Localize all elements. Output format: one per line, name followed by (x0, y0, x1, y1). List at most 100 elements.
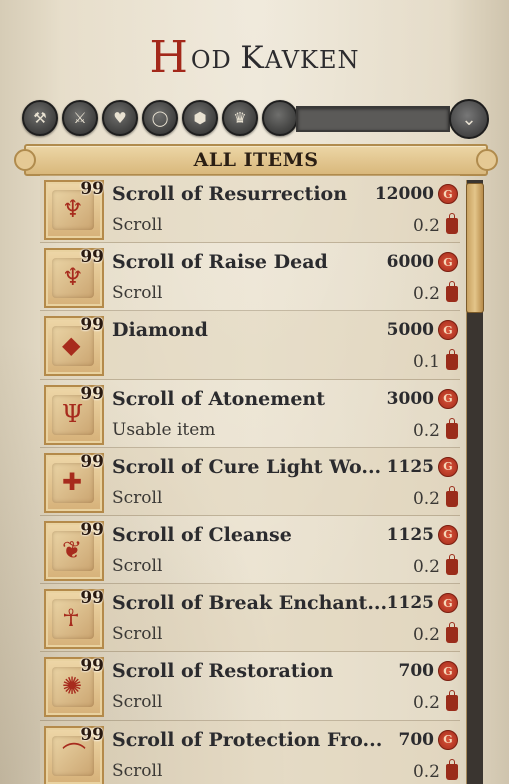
item-weight: 0.2 (413, 758, 458, 782)
list-item[interactable]: Ψ 99 Scroll of Atonement Usable item 3000 G 0.… (40, 380, 460, 448)
item-type: Scroll (112, 624, 163, 645)
item-price: 1125 G (387, 456, 458, 477)
item-name: Diamond (112, 319, 208, 342)
item-quantity: 99 (80, 383, 104, 404)
item-icon: ☥ 99 (44, 588, 104, 650)
item-quantity: 99 (80, 451, 104, 472)
item-type: Scroll (112, 692, 163, 713)
item-figure-icon: Ψ (62, 399, 84, 428)
item-list[interactable]: ♆ 99 Scroll of Resurrection Scroll 12000 G 0.2… (40, 175, 460, 784)
item-icon: ⌒ 99 (44, 724, 104, 784)
list-item[interactable]: ⌒ 99 Scroll of Protection Fro... Scroll 700 G… (40, 720, 460, 784)
item-price: 5000 G (387, 320, 458, 341)
item-icon: ♆ 99 (44, 179, 104, 240)
weight-icon (446, 622, 458, 644)
item-price: 1125 G (387, 524, 458, 545)
coin-icon: G (438, 593, 458, 614)
item-type: Scroll (112, 283, 163, 304)
weight-icon (446, 758, 458, 780)
item-figure-icon: ☥ (62, 604, 80, 633)
item-price: 700 G (399, 661, 458, 682)
crossed-tools-icon[interactable]: ⚒ (22, 100, 58, 136)
item-quantity: 99 (80, 656, 104, 677)
chevron-down-icon[interactable]: ⌄ (449, 99, 489, 139)
item-figure-icon: ✺ (62, 672, 83, 701)
coin-icon: G (438, 388, 458, 409)
item-price: 1125 G (387, 593, 458, 614)
item-figure-icon: ♆ (62, 263, 84, 292)
sort-dropdown[interactable] (296, 106, 450, 132)
item-quantity: 99 (80, 519, 104, 540)
item-quantity: 99 (80, 724, 104, 745)
weight-icon (446, 213, 458, 234)
scrollbar-thumb[interactable] (466, 183, 484, 313)
weight-icon (446, 417, 458, 439)
item-weight: 0.2 (413, 281, 458, 304)
item-name: Scroll of Resurrection (112, 183, 348, 205)
cube-icon[interactable]: ⬢ (182, 100, 218, 136)
item-quantity: 99 (80, 315, 104, 336)
weight-icon (446, 553, 458, 575)
weight-icon (446, 281, 458, 303)
item-quantity: 99 (80, 179, 104, 199)
item-icon: ✺ 99 (44, 656, 104, 718)
weight-icon (446, 485, 458, 507)
item-name: Scroll of Raise Dead (112, 251, 328, 274)
item-weight: 0.2 (413, 622, 458, 645)
list-item[interactable]: ❦ 99 Scroll of Cleanse Scroll 1125 G 0.2 (40, 516, 460, 585)
item-icon: ◆ 99 (44, 315, 104, 377)
item-figure-icon: ♆ (62, 195, 84, 223)
coin-icon: G (438, 184, 458, 204)
item-name: Scroll of Break Enchant... (112, 592, 388, 615)
item-weight: 0.2 (413, 417, 458, 441)
item-weight: 0.2 (413, 690, 458, 713)
ring-icon[interactable]: ◯ (142, 100, 178, 136)
item-icon: Ψ 99 (44, 383, 104, 445)
crossed-swords-icon[interactable]: ⚔ (62, 100, 98, 136)
item-price: 3000 G (387, 388, 458, 409)
item-icon: ♆ 99 (44, 247, 104, 309)
blank-filter-icon[interactable] (262, 100, 298, 136)
list-item[interactable]: ☥ 99 Scroll of Break Enchant... Scroll 1125 G… (40, 584, 460, 653)
list-item[interactable]: ♆ 99 Scroll of Raise Dead Scroll 6000 G 0.2 (40, 243, 460, 312)
item-name: Scroll of Protection Fro... (112, 728, 383, 751)
trophy-icon[interactable]: ♛ (222, 100, 258, 136)
item-price: 12000 G (375, 184, 458, 204)
armor-icon[interactable]: ♥ (102, 100, 138, 136)
vendor-name: HOD KAVKEN (149, 32, 360, 83)
coin-icon: G (438, 729, 458, 750)
category-banner: ALL ITEMS (14, 144, 498, 176)
item-icon: ❦ 99 (44, 519, 104, 581)
item-weight: 0.1 (413, 349, 458, 372)
coin-icon: G (438, 661, 458, 682)
item-name: Scroll of Atonement (112, 387, 326, 410)
item-quantity: 99 (80, 247, 104, 268)
coin-icon: G (438, 456, 458, 477)
item-quantity: 99 (80, 588, 104, 609)
vendor-screen: HOD KAVKEN ⚒ ⚔ ♥ ◯ ⬢ ♛ ⌄ ALL ITEMS ♆ 99 Sc… (0, 0, 509, 784)
coin-icon: G (438, 252, 458, 273)
list-item[interactable]: ◆ 99 Diamond 5000 G 0.1 (40, 311, 460, 380)
item-weight: 0.2 (413, 553, 458, 577)
item-type: Scroll (112, 215, 163, 235)
item-type: Scroll (112, 487, 163, 508)
item-type: Usable item (112, 419, 216, 440)
item-price: 6000 G (387, 252, 458, 273)
list-item[interactable]: ✺ 99 Scroll of Restoration Scroll 700 G 0.2 (40, 652, 460, 721)
list-item[interactable]: ♆ 99 Scroll of Resurrection Scroll 12000 G 0.2 (40, 175, 460, 244)
coin-icon: G (438, 320, 458, 341)
weight-icon (446, 349, 458, 371)
item-price: 700 G (399, 729, 458, 750)
list-item[interactable]: ✚ 99 Scroll of Cure Light Wo... Scroll 1125 G… (40, 447, 460, 516)
item-figure-icon: ◆ (62, 331, 81, 360)
item-type: Scroll (112, 555, 163, 576)
item-figure-icon: ⌒ (62, 740, 86, 769)
item-figure-icon: ✚ (62, 467, 83, 496)
item-weight: 0.2 (413, 213, 458, 236)
title-flourish-letter: H (149, 32, 189, 83)
item-weight: 0.2 (413, 485, 458, 509)
item-icon: ✚ 99 (44, 451, 104, 513)
item-name: Scroll of Restoration (112, 660, 334, 683)
item-figure-icon: ❦ (62, 535, 83, 564)
item-name: Scroll of Cure Light Wo... (112, 455, 382, 478)
